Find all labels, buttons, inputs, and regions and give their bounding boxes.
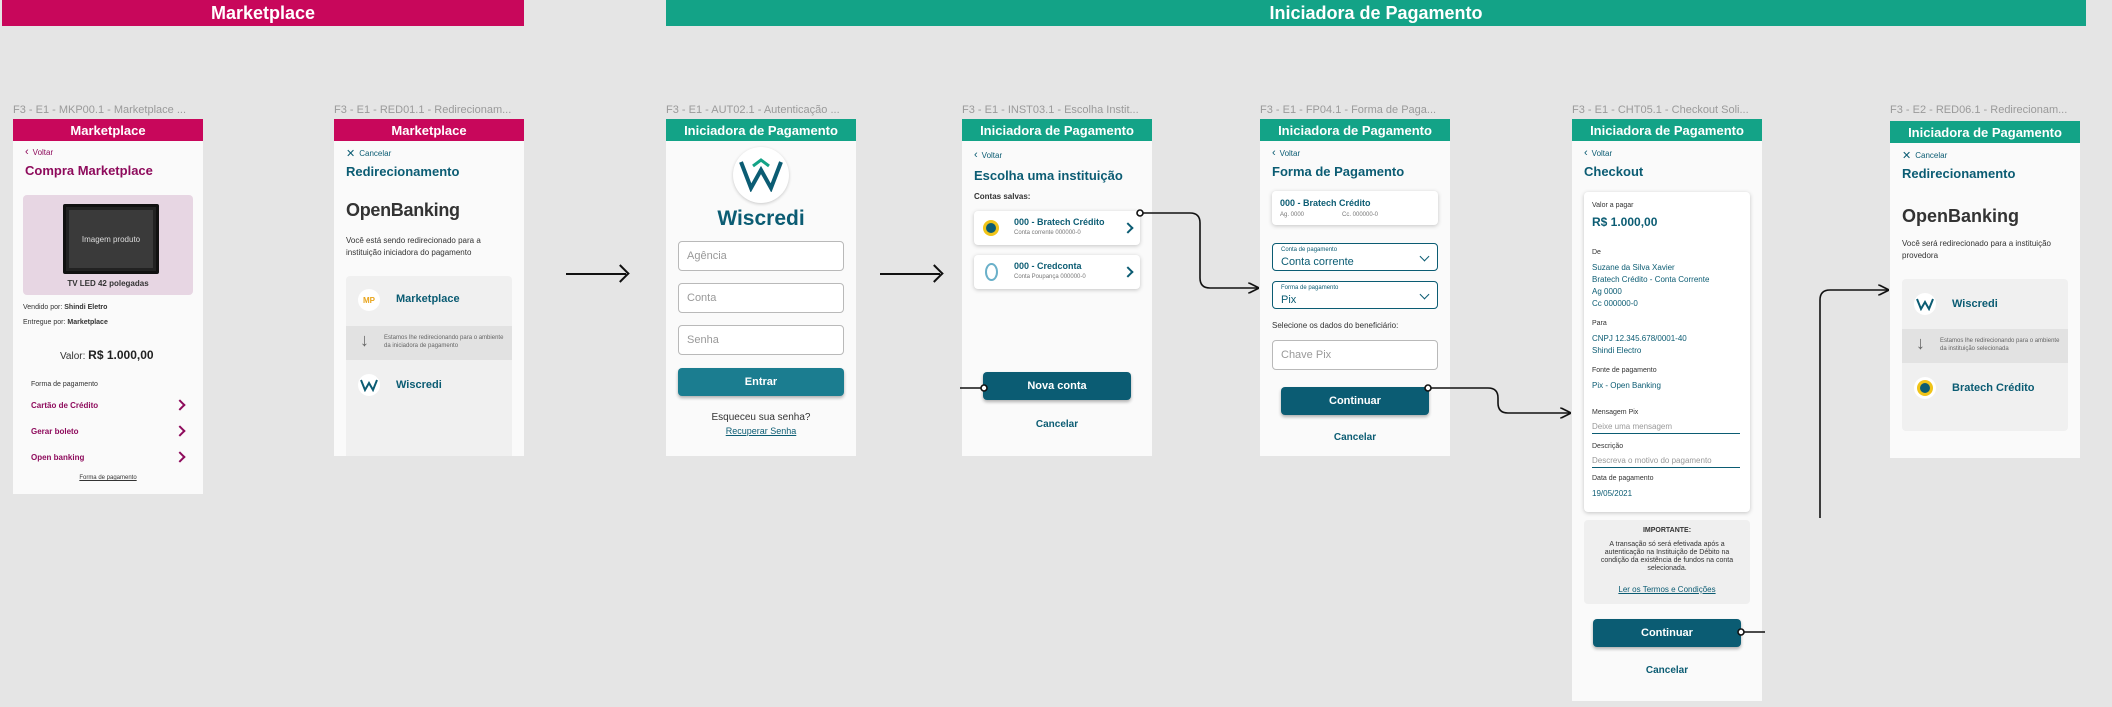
connector-start-dot: [1424, 384, 1432, 392]
connector-fp-to-cht: [1428, 387, 1570, 413]
connector-cht-to-red06: [1819, 290, 1888, 518]
connector-inst-to-fp: [1140, 212, 1258, 288]
connector-start-dot: [1737, 628, 1745, 636]
flow-connectors: [960, 209, 2112, 636]
connector-dot: [980, 384, 988, 392]
connector-start-dot: [1136, 209, 1144, 217]
